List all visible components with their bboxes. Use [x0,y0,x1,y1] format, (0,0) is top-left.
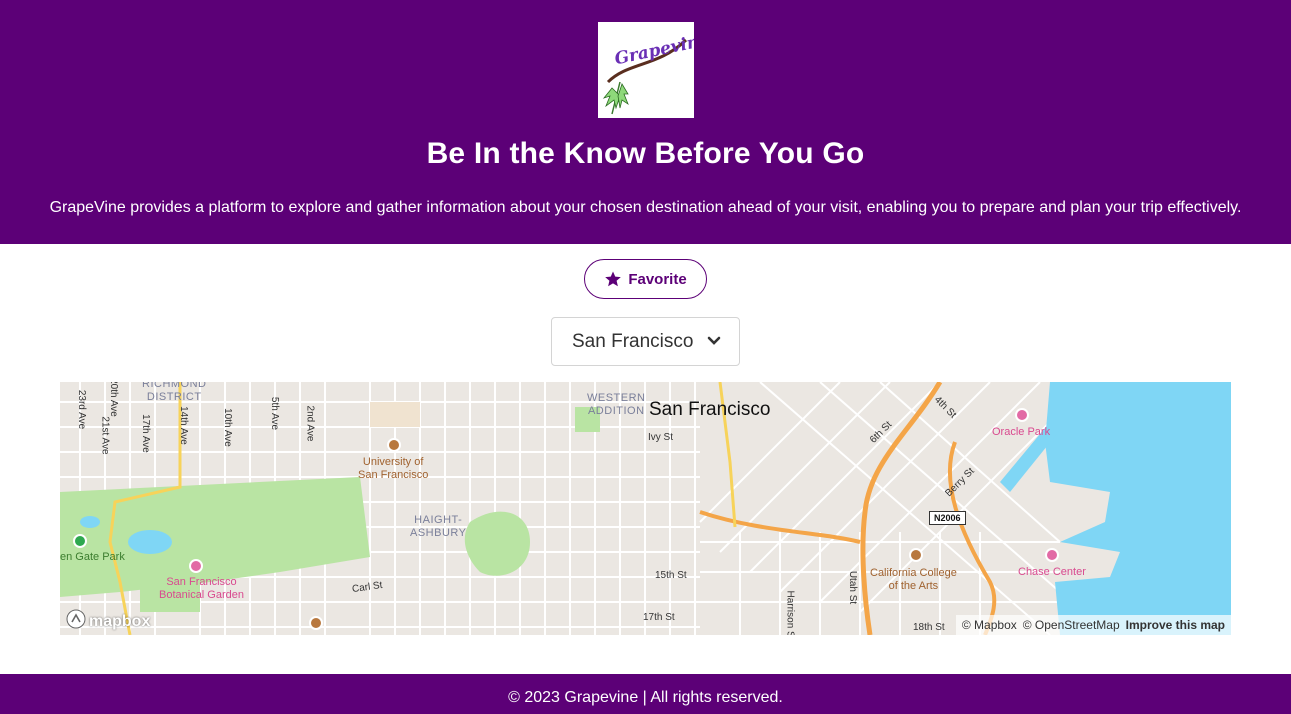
district-haight-ashbury: HAIGHT- ASHBURY [410,514,467,539]
park-pin-icon[interactable] [73,534,87,548]
improve-map-link[interactable]: Improve this map [1126,618,1225,632]
poi-golden-gate-park[interactable]: en Gate Park [60,551,125,563]
chase-pin-icon[interactable] [1045,548,1059,562]
mapbox-logo[interactable]: mapbox [66,609,150,634]
footer-text: © 2023 Grapevine | All rights reserved. [508,689,783,706]
favorite-button[interactable]: Favorite [584,259,707,299]
garden-pin-icon[interactable] [189,559,203,573]
street-18th-st: 18th St [913,622,945,633]
map-attribution: © Mapbox © OpenStreetMap Improve this ma… [955,615,1231,635]
hero-title: Be In the Know Before You Go [426,137,865,170]
poi-university[interactable]: University of San Francisco [358,456,428,482]
poi-chase-center[interactable]: Chase Center [1018,566,1086,579]
star-icon [604,270,622,288]
street-17th-ave: 17th Ave [139,414,151,453]
attribution-mapbox[interactable]: © Mapbox [962,618,1017,632]
hero-header: Grapevine Be In the Know Before You Go G… [0,0,1291,244]
poi-california-college[interactable]: California College of the Arts [870,567,957,593]
street-15th-st: 15th St [655,570,687,581]
street-10th-ave: 10th Ave [221,408,233,447]
footer: © 2023 Grapevine | All rights reserved. [0,674,1291,714]
street-17th-st: 17th St [643,612,675,623]
street-harrison-st: Harrison St [784,590,796,635]
street-21st-ave: 21st Ave [99,416,111,455]
mapbox-icon [66,609,86,634]
chevron-down-icon [707,333,721,351]
street-utah-st: Utah St [847,570,859,605]
street-20th-ave: 20th Ave [107,382,119,417]
favorite-label: Favorite [628,270,687,288]
attribution-osm[interactable]: © OpenStreetMap [1023,618,1120,632]
route-shield: N2006 [929,511,966,525]
street-14th-ave: 14th Ave [177,406,189,445]
svg-text:Grapevine: Grapevine [613,30,694,70]
grapevine-logo[interactable]: Grapevine [598,22,694,118]
map-city-label: San Francisco [649,399,771,420]
city-select[interactable]: San Francisco [551,317,740,366]
street-2nd-ave: 2nd Ave [304,405,316,442]
poi-pin-icon[interactable] [309,616,323,630]
street-ivy-st: Ivy St [648,432,674,443]
mapbox-logo-text: mapbox [89,612,151,630]
district-western-addition: WESTERN ADDITION [587,392,646,417]
city-map[interactable]: San Francisco RICHMOND DISTRICT WESTERN AD… [60,382,1231,635]
hero-subtitle: GrapeVine provides a platform to explore… [49,199,1242,216]
street-23rd-ave: 23rd Ave [76,389,88,430]
poi-oracle-park[interactable]: Oracle Park [992,426,1050,439]
street-5th-ave: 5th Ave [269,396,281,431]
oracle-pin-icon[interactable] [1015,408,1029,422]
poi-botanical-garden[interactable]: San Francisco Botanical Garden [159,576,244,602]
university-pin-icon[interactable] [387,438,401,452]
district-richmond: RICHMOND DISTRICT [142,382,207,403]
city-select-value: San Francisco [572,330,694,352]
college-pin-icon[interactable] [909,548,923,562]
